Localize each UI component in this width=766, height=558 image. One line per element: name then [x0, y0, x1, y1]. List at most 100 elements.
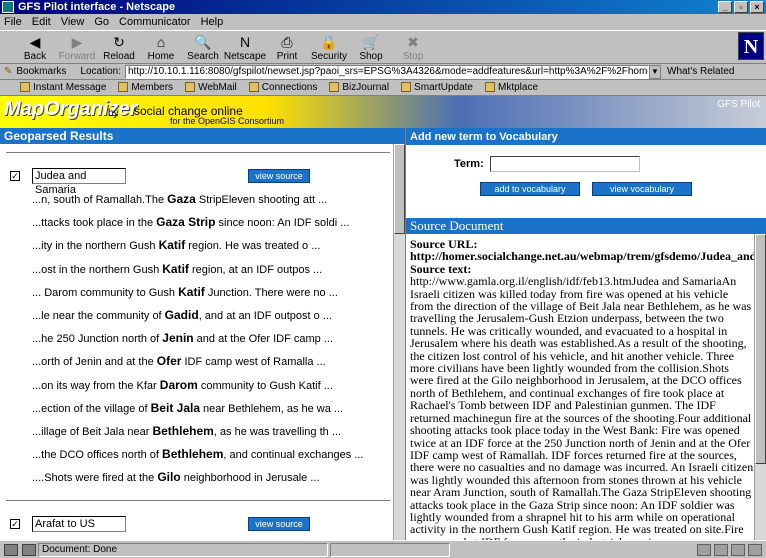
reload-button[interactable]: ↻ Reload: [98, 31, 140, 63]
snippet-place[interactable]: Gaza: [167, 192, 196, 206]
title-bar: GFS Pilot interface - Netscape _ ▫ ×: [0, 0, 766, 14]
snippet-row: ...ost in the northern Gush Katif region…: [32, 262, 322, 276]
snippet-pre: ....Shots were fired at the: [32, 472, 158, 485]
snippet-place[interactable]: Ofer: [157, 354, 182, 368]
source-text: http://www.gamla.org.il/english/idf/feb1…: [410, 274, 754, 540]
divider: [6, 152, 390, 153]
snippet-place[interactable]: Jenin: [162, 331, 193, 345]
snippet-place[interactable]: Katif: [159, 238, 186, 252]
snippet-row: ...ection of the village of Beit Jala ne…: [32, 401, 343, 415]
snippet-post: Junction. There were no ...: [204, 286, 338, 299]
print-button[interactable]: ⎙ Print: [266, 31, 308, 63]
snippet-place[interactable]: Gilo: [157, 470, 180, 484]
stop-button[interactable]: ✖ Stop: [392, 31, 434, 63]
toolbar-button-label: Print: [276, 51, 298, 62]
personal-item-members[interactable]: Members: [118, 82, 173, 93]
security-button[interactable]: 🔒 Security: [308, 31, 350, 63]
view-vocabulary-label: view vocabulary: [609, 184, 675, 194]
geoparsed-results-header: Geoparsed Results: [0, 128, 405, 144]
source-scrollbar-thumb[interactable]: [755, 234, 766, 464]
personal-item-label: Instant Message: [33, 82, 107, 93]
personal-item-label: Mktplace: [498, 82, 539, 93]
url-dropdown-icon[interactable]: ▼: [649, 64, 661, 79]
term-input[interactable]: [490, 156, 640, 172]
source-scrollbar[interactable]: [754, 234, 766, 540]
forward-button[interactable]: ▶ Forward: [56, 31, 98, 63]
menu-view[interactable]: View: [61, 16, 85, 28]
menu-go[interactable]: Go: [94, 16, 109, 28]
snippet-place[interactable]: Darom: [160, 378, 198, 392]
bookmark-icon: [485, 82, 495, 93]
personal-item-label: Connections: [261, 82, 318, 93]
term-text-field[interactable]: Arafat to US: [32, 515, 126, 532]
url-input[interactable]: http://10.10.1.116:8080/gfspilot/newset.…: [125, 64, 649, 79]
menu-file[interactable]: File: [4, 16, 22, 28]
back-button[interactable]: ◀ Back: [14, 31, 56, 63]
search-button[interactable]: 🔍 Search: [182, 31, 224, 63]
minimize-button[interactable]: _: [718, 1, 732, 13]
vocabulary-header: Add new term to Vocabulary: [406, 128, 766, 146]
snippet-place[interactable]: Katif: [178, 285, 205, 299]
view-vocabulary-button[interactable]: view vocabulary: [592, 182, 692, 196]
shop-button[interactable]: 🛒 Shop: [350, 31, 392, 63]
whats-related-button[interactable]: What's Related: [667, 66, 735, 77]
menu-edit[interactable]: Edit: [32, 16, 51, 28]
results-scrollbar[interactable]: [393, 144, 405, 540]
menu-communicator[interactable]: Communicator: [119, 16, 191, 28]
personal-item-instant-message[interactable]: Instant Message: [20, 82, 106, 93]
bookmark-icon: [118, 82, 129, 93]
add-to-vocabulary-label: add to vocabulary: [494, 184, 566, 194]
divider: [6, 499, 390, 501]
connection-status-icon: [22, 543, 36, 556]
lock-icon: 🔒: [320, 34, 338, 50]
close-button[interactable]: ×: [750, 1, 764, 13]
term-label: Term:: [454, 158, 484, 170]
snippet-place[interactable]: Gadid: [165, 308, 199, 322]
snippet-place[interactable]: Gaza Strip: [156, 215, 215, 229]
personal-item-bizjournal[interactable]: BizJournal: [329, 82, 389, 93]
stop-icon: ✖: [407, 34, 419, 50]
home-button[interactable]: ⌂ Home: [140, 31, 182, 63]
snippet-place[interactable]: Katif: [162, 262, 189, 276]
tray-icon[interactable]: [748, 543, 762, 556]
snippet-pre: ...ttacks took place in the: [32, 217, 157, 230]
tray-icon[interactable]: [714, 543, 728, 556]
snippet-row: ...the DCO offices north of Bethlehem, a…: [32, 447, 363, 461]
view-source-button[interactable]: view source: [248, 169, 310, 183]
snippet-pre: ...ection of the village of: [32, 402, 151, 415]
netscape-button[interactable]: N Netscape: [224, 31, 266, 63]
bookmark-icon: [248, 82, 259, 93]
term-checkbox[interactable]: ✓: [10, 171, 20, 181]
snippet-post: neighborhood in Jerusale ...: [180, 472, 320, 485]
snippet-pre: ...ost in the northern Gush: [32, 263, 163, 276]
personal-item-mktplace[interactable]: Mktplace: [485, 82, 538, 93]
view-source-button[interactable]: view source: [248, 516, 310, 531]
security-status-icon[interactable]: [4, 543, 18, 556]
results-scrollbar-thumb[interactable]: [394, 144, 405, 234]
location-label: Location:: [80, 66, 121, 77]
tray-icon[interactable]: [731, 543, 745, 556]
term-checkbox[interactable]: ✓: [10, 518, 20, 529]
snippet-post: near Bethlehem, as he wa ...: [200, 402, 344, 415]
toolbar-button-label: Shop: [359, 51, 383, 62]
netscape-app-icon: [2, 1, 14, 13]
snippet-pre: ... Darom community to Gush: [32, 286, 179, 299]
bookmarks-button[interactable]: Bookmarks: [16, 66, 66, 77]
bookmark-icon: [185, 82, 196, 93]
snippet-post: IDF camp west of Ramalla ...: [181, 356, 326, 369]
tray-icon[interactable]: [697, 543, 711, 556]
add-to-vocabulary-button[interactable]: add to vocabulary: [480, 182, 580, 196]
personal-item-webmail[interactable]: WebMail: [185, 82, 237, 93]
snippet-place[interactable]: Beit Jala: [151, 401, 200, 415]
snippet-place[interactable]: Bethlehem: [162, 447, 223, 461]
snippet-post: , as he was travelling th ...: [213, 426, 341, 438]
snippet-place[interactable]: Bethlehem: [152, 424, 213, 438]
menu-help[interactable]: Help: [201, 16, 224, 28]
personal-item-smartupdate[interactable]: SmartUpdate: [401, 82, 473, 93]
personal-item-connections[interactable]: Connections: [248, 82, 318, 93]
status-bar: Document: Done: [0, 540, 766, 558]
snippet-post: StripEleven shooting att ...: [195, 194, 328, 206]
geoparsed-results-pane: Geoparsed Results ✓ Judea and Samaria view…: [0, 128, 406, 540]
restore-button[interactable]: ▫: [734, 1, 748, 13]
term-text-field[interactable]: Judea and Samaria: [32, 168, 126, 196]
